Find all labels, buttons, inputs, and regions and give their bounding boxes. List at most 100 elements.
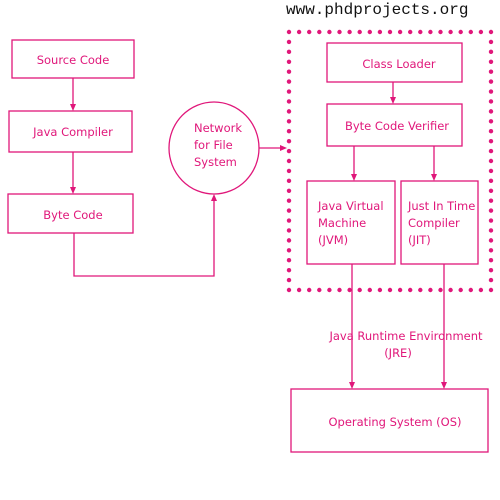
frame-dot (286, 119, 292, 124)
frame-dot (468, 287, 473, 293)
frame-dot (488, 238, 494, 243)
frame-dot (488, 138, 494, 144)
frame-dot (458, 29, 463, 35)
frame-dot (488, 188, 494, 193)
frame-dot (286, 238, 292, 243)
node-network[interactable]: Network for File System (168, 101, 260, 195)
frame-dot (286, 287, 292, 293)
arrowhead-icon (211, 194, 217, 201)
frame-dot (286, 198, 292, 203)
node-jit-label-line3: (JIT) (408, 233, 431, 247)
node-java-compiler-label: Java Compiler (32, 125, 113, 139)
node-class-loader-label: Class Loader (362, 57, 436, 71)
frame-dot (286, 277, 292, 283)
arrowhead-icon (70, 187, 76, 194)
frame-dot (286, 258, 292, 263)
frame-dot (387, 29, 393, 35)
node-network-label-line2: for File (194, 138, 233, 152)
frame-dot (367, 29, 372, 35)
frame-dot (286, 138, 292, 144)
arrowhead-icon (390, 97, 396, 104)
edge-source-to-compiler (70, 78, 76, 111)
arrowhead-icon (441, 382, 447, 389)
watermark-text: www.phdprojects.org (286, 1, 468, 19)
edge-compiler-to-bytecode (70, 152, 76, 194)
arrowhead-icon (351, 174, 357, 181)
edge-classloader-to-verifier (390, 82, 396, 104)
frame-dot (488, 198, 494, 203)
frame-dot (478, 29, 484, 35)
frame-dot (286, 109, 292, 114)
frame-dot (438, 29, 443, 35)
frame-dot (488, 208, 494, 213)
frame-dot (286, 39, 292, 45)
frame-dot (317, 287, 322, 293)
frame-dot (286, 178, 292, 184)
node-byte-code-verifier[interactable]: Byte Code Verifier (326, 103, 463, 147)
frame-dot (488, 287, 494, 293)
frame-dot (488, 69, 494, 74)
jre-label-line2: (JRE) (384, 346, 412, 360)
frame-dot (347, 29, 352, 35)
node-jvm-label-line2: Machine (318, 216, 366, 230)
node-byte-code-verifier-label: Byte Code Verifier (345, 119, 449, 133)
frame-dot (488, 178, 494, 184)
frame-dot (468, 29, 473, 35)
frame-dot (488, 258, 494, 263)
node-source-code[interactable]: Source Code (11, 39, 135, 79)
node-jvm[interactable]: Java Virtual Machine (JVM) (306, 180, 396, 265)
frame-dot (357, 29, 362, 35)
node-network-label-line3: System (194, 155, 237, 169)
frame-dot (418, 287, 423, 293)
frame-dot (418, 29, 423, 35)
frame-dot (488, 49, 494, 55)
frame-dot (488, 277, 494, 283)
frame-dot (286, 158, 292, 164)
frame-dot (337, 29, 342, 35)
frame-dot (408, 29, 413, 35)
node-network-label-line1: Network (194, 121, 242, 135)
arrowhead-icon (280, 145, 287, 151)
frame-dot (286, 89, 292, 94)
frame-dot (488, 39, 494, 45)
frame-dot (286, 218, 292, 223)
edge-verifier-to-jit (431, 146, 437, 181)
edge-jvm-to-os (349, 264, 355, 389)
frame-dot (286, 29, 292, 35)
frame-dot (448, 29, 453, 35)
frame-dot (438, 287, 443, 293)
node-class-loader[interactable]: Class Loader (326, 42, 463, 83)
frame-dot (478, 287, 484, 293)
frame-dot (296, 287, 302, 293)
frame-dot (488, 89, 494, 94)
frame-dot (408, 287, 413, 293)
edge-network-to-jre (259, 145, 287, 151)
frame-dot (377, 287, 383, 293)
frame-dot (307, 29, 312, 35)
frame-dot (488, 29, 494, 35)
node-jit-label-line2: Compiler (408, 216, 460, 230)
frame-dot (428, 287, 433, 293)
frame-dot (488, 119, 494, 124)
frame-dot (337, 287, 342, 293)
node-byte-code[interactable]: Byte Code (7, 193, 134, 234)
frame-dot (327, 287, 332, 293)
frame-dot (488, 79, 494, 84)
frame-dot (488, 168, 494, 174)
node-jit[interactable]: Just In Time Compiler (JIT) (400, 180, 479, 265)
frame-dot (347, 287, 352, 293)
frame-dot (286, 267, 292, 273)
frame-dot (367, 287, 372, 293)
frame-dot (488, 218, 494, 223)
frame-dot (286, 99, 292, 104)
frame-dot (286, 188, 292, 193)
node-operating-system[interactable]: Operating System (OS) (290, 388, 489, 453)
frame-dot (286, 69, 292, 74)
edge-jit-to-os (441, 264, 447, 389)
frame-dot (387, 287, 393, 293)
frame-dot (286, 208, 292, 213)
frame-dot (488, 148, 494, 154)
node-java-compiler[interactable]: Java Compiler (8, 110, 133, 153)
frame-dot (488, 267, 494, 273)
frame-dot (286, 168, 292, 174)
